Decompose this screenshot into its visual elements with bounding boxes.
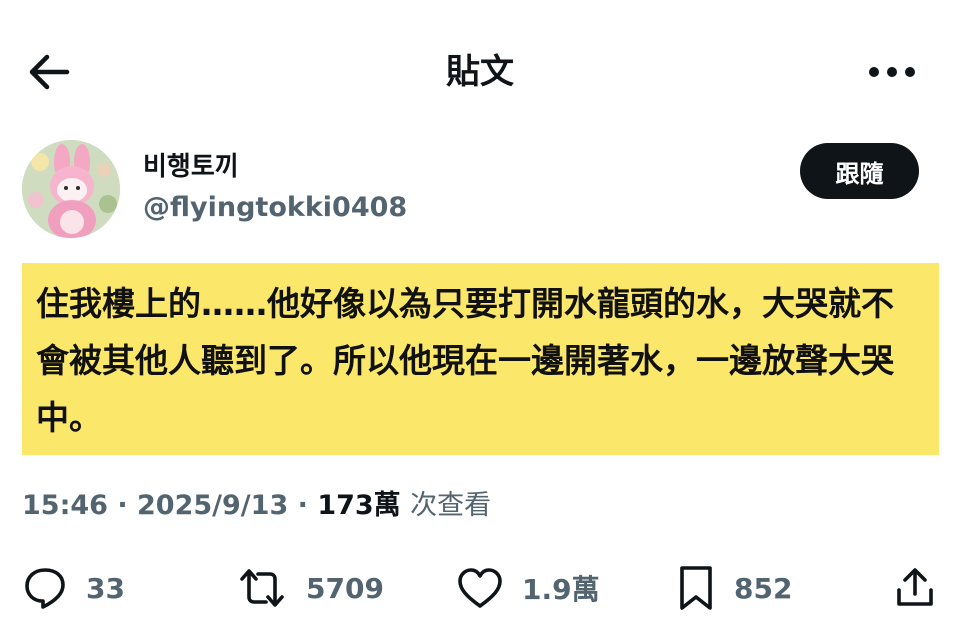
views-count: 173萬: [317, 490, 401, 521]
retweet-count: 5709: [306, 571, 384, 605]
follow-button[interactable]: 跟隨: [800, 143, 919, 199]
top-navigation-bar: 貼文: [0, 0, 960, 140]
retweet-button[interactable]: 5709: [236, 560, 384, 616]
tweet-date[interactable]: 2025/9/13: [137, 490, 288, 521]
reply-icon: [25, 568, 65, 609]
tweet-text: 住我樓上的……他好像以為只要打開水龍頭的水，大哭就不會被其他人聽到了。所以他現在…: [22, 263, 939, 455]
reply-button[interactable]: 33: [22, 560, 125, 616]
meta-separator: ·: [107, 490, 138, 521]
avatar[interactable]: [22, 140, 120, 238]
author-handle[interactable]: @flyingtokki0408: [143, 190, 407, 226]
avatar-image: [22, 140, 120, 238]
views-label: 次查看: [410, 490, 492, 521]
meta-separator: ·: [288, 490, 318, 521]
like-count: 1.9萬: [522, 573, 600, 606]
more-options-button[interactable]: [864, 60, 920, 84]
page-title: 貼文: [446, 52, 514, 92]
author-display-name[interactable]: 비행토끼: [143, 150, 239, 184]
more-horizontal-icon: [869, 67, 915, 77]
retweet-icon: [240, 569, 284, 607]
share-icon: [897, 568, 933, 606]
bookmark-button[interactable]: 852: [676, 560, 792, 616]
share-button[interactable]: [893, 560, 937, 616]
tweet-time[interactable]: 15:46: [22, 490, 108, 521]
heart-icon: [458, 568, 502, 608]
bookmark-count: 852: [734, 571, 793, 605]
bookmark-icon: [680, 566, 712, 610]
like-button[interactable]: 1.9萬: [456, 560, 600, 616]
reply-count: 33: [86, 571, 125, 605]
tweet-meta: 15:46 · 2025/9/13 · 173萬 次查看: [22, 486, 491, 526]
tweet-action-bar: 33 5709 1.9萬 852: [0, 560, 960, 616]
